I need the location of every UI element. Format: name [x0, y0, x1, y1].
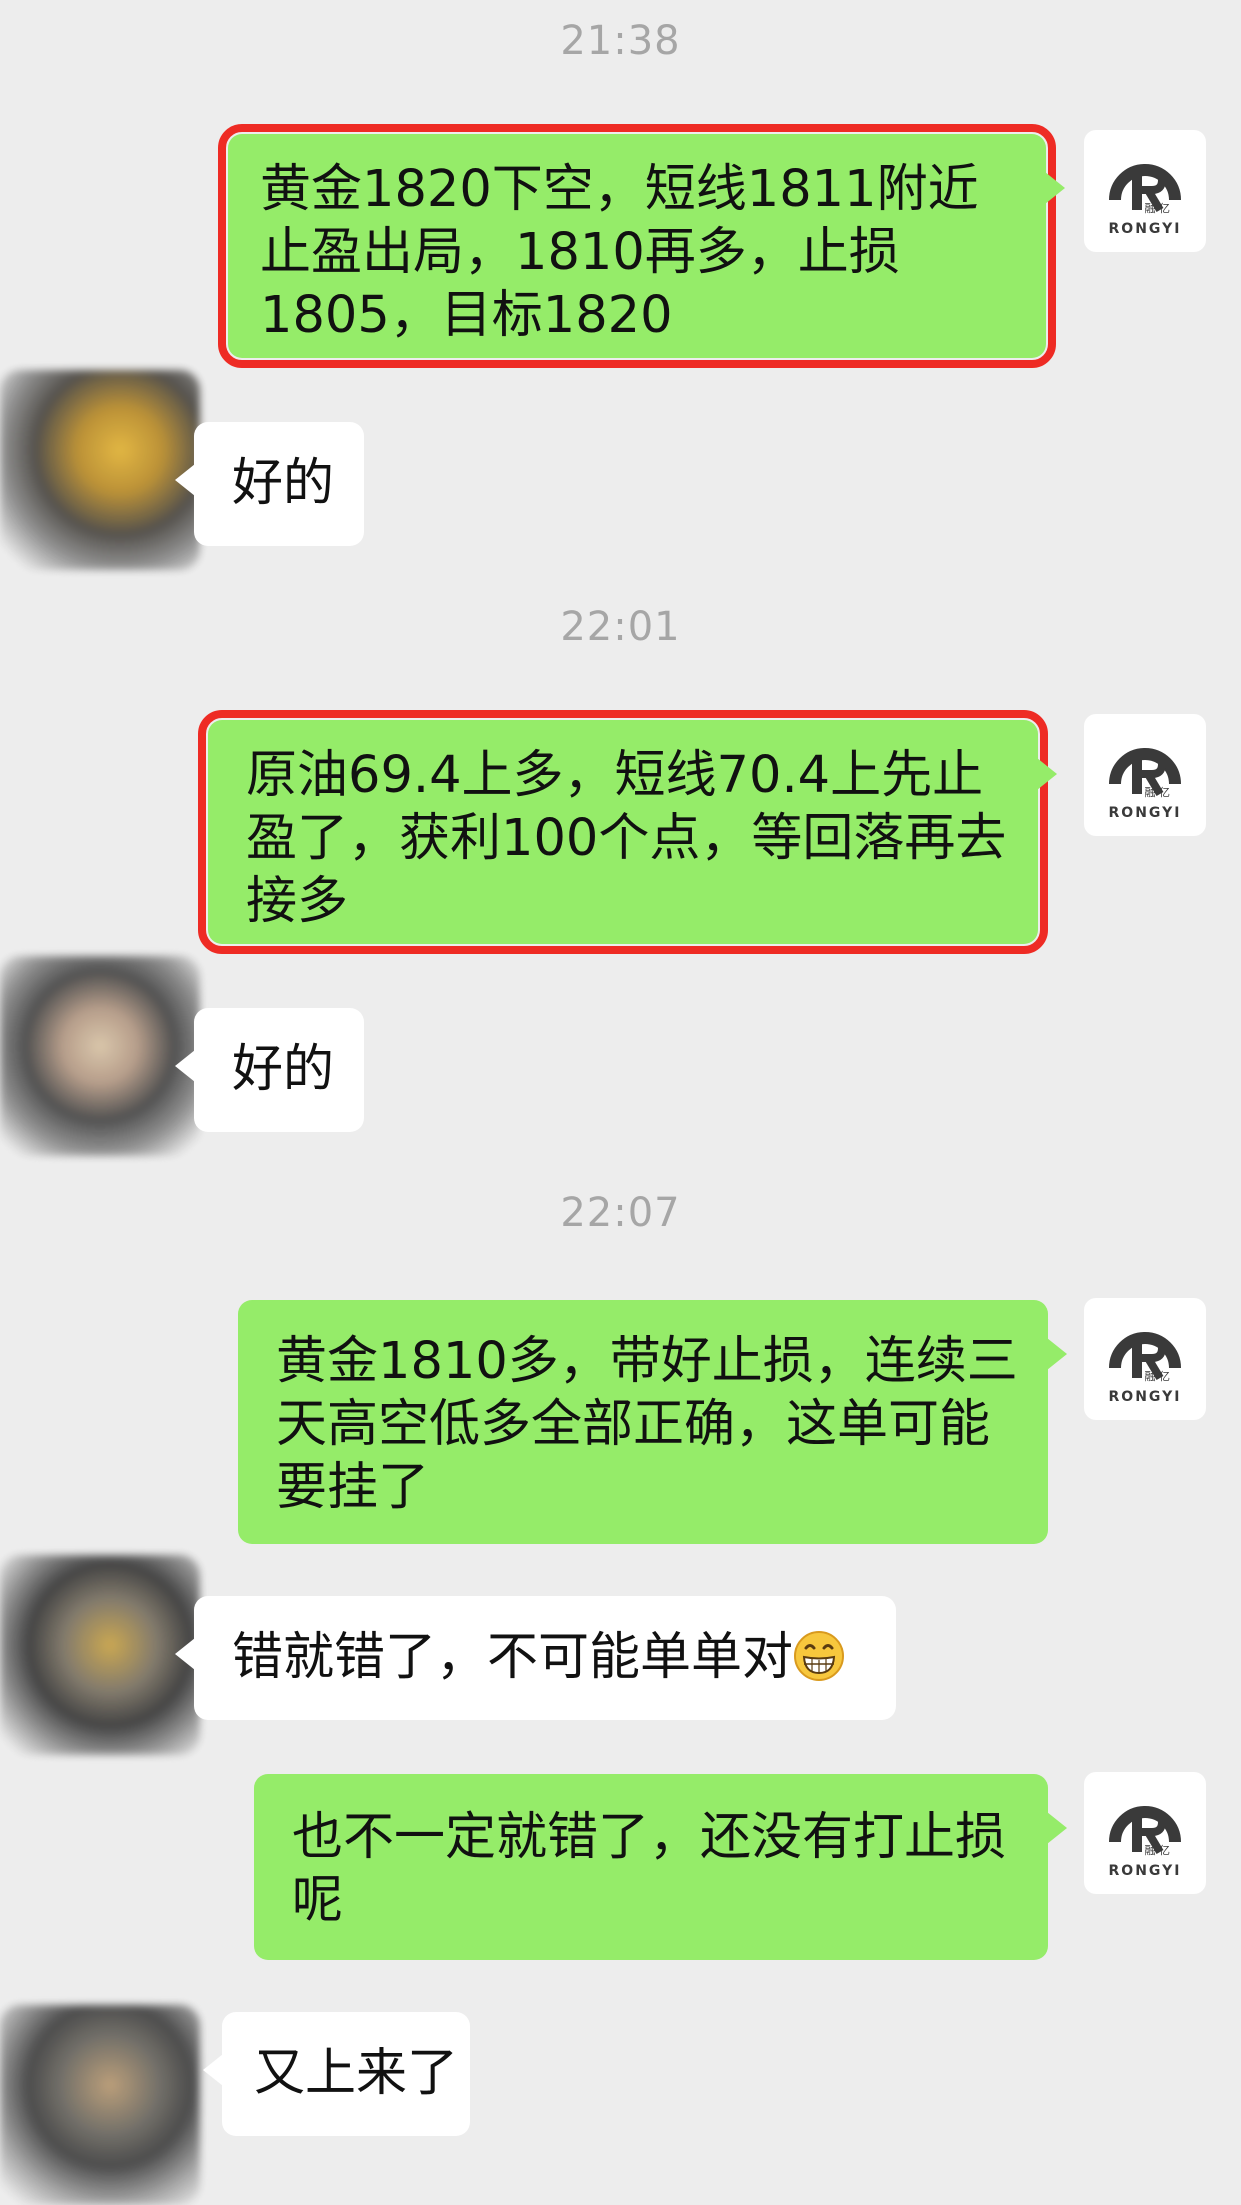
- avatar[interactable]: 融 亿 RONGYI: [1084, 130, 1206, 252]
- logo-brand-cn: 融 亿: [1145, 202, 1171, 215]
- message-bubble-incoming[interactable]: 又上来了: [203, 2012, 470, 2136]
- avatar[interactable]: [0, 1555, 200, 1755]
- logo-brand-en: RONGYI: [1109, 1389, 1182, 1405]
- message-bubble-incoming[interactable]: 好的: [175, 422, 364, 546]
- message-text: 黄金1820下空，短线1811附近止盈出局，1810再多，止损1805，目标18…: [260, 160, 979, 345]
- message-bubble-incoming[interactable]: 错就错了，不可能单单对: [175, 1596, 896, 1720]
- message-text: 又上来了: [254, 2044, 459, 2103]
- message-text: 黄金1810多，带好止损，连续三天高空低多全部正确，这单可能要挂了: [276, 1332, 1018, 1517]
- rongyi-logo-icon: 融 亿 RONGYI: [1109, 164, 1182, 237]
- rongyi-logo-icon: 融 亿 RONGYI: [1109, 1806, 1182, 1879]
- avatar[interactable]: [0, 370, 200, 570]
- logo-brand-cn: 融 亿: [1145, 1844, 1171, 1857]
- avatar[interactable]: 融 亿 RONGYI: [1084, 1772, 1206, 1894]
- avatar[interactable]: 融 亿 RONGYI: [1084, 1298, 1206, 1420]
- message-bubble-outgoing[interactable]: 黄金1820下空，短线1811附近止盈出局，1810再多，止损1805，目标18…: [218, 124, 1065, 368]
- message-bubble-outgoing[interactable]: 也不一定就错了，还没有打止损呢: [254, 1774, 1067, 1960]
- message-bubble-outgoing[interactable]: 黄金1810多，带好止损，连续三天高空低多全部正确，这单可能要挂了: [238, 1300, 1067, 1544]
- logo-brand-en: RONGYI: [1109, 805, 1182, 821]
- rongyi-logo-icon: 融 亿 RONGYI: [1109, 748, 1182, 821]
- message-text: 好的: [232, 454, 335, 513]
- message-text: 错就错了，不可能单单对: [232, 1628, 794, 1687]
- avatar[interactable]: [0, 956, 200, 1156]
- avatar[interactable]: 融 亿 RONGYI: [1084, 714, 1206, 836]
- logo-brand-cn: 融 亿: [1145, 786, 1171, 799]
- message-bubble-outgoing[interactable]: 原油69.4上多，短线70.4上先止盈了，获利100个点，等回落再去接多: [198, 710, 1057, 954]
- message-bubble-incoming[interactable]: 好的: [175, 1008, 364, 1132]
- timestamp: 22:01: [560, 604, 681, 650]
- timestamp: 21:38: [560, 18, 681, 64]
- message-text: 也不一定就错了，还没有打止损呢: [292, 1808, 1007, 1930]
- message-text: 原油69.4上多，短线70.4上先止盈了，获利100个点，等回落再去接多: [246, 746, 1007, 931]
- avatar[interactable]: [0, 2005, 200, 2205]
- grinning-face-emoji: [794, 1631, 845, 1681]
- logo-brand-en: RONGYI: [1109, 221, 1182, 237]
- logo-brand-en: RONGYI: [1109, 1863, 1182, 1879]
- message-text: 好的: [232, 1040, 335, 1099]
- logo-brand-cn: 融 亿: [1145, 1370, 1171, 1383]
- timestamp: 22:07: [560, 1190, 681, 1236]
- rongyi-logo-icon: 融 亿 RONGYI: [1109, 1332, 1182, 1405]
